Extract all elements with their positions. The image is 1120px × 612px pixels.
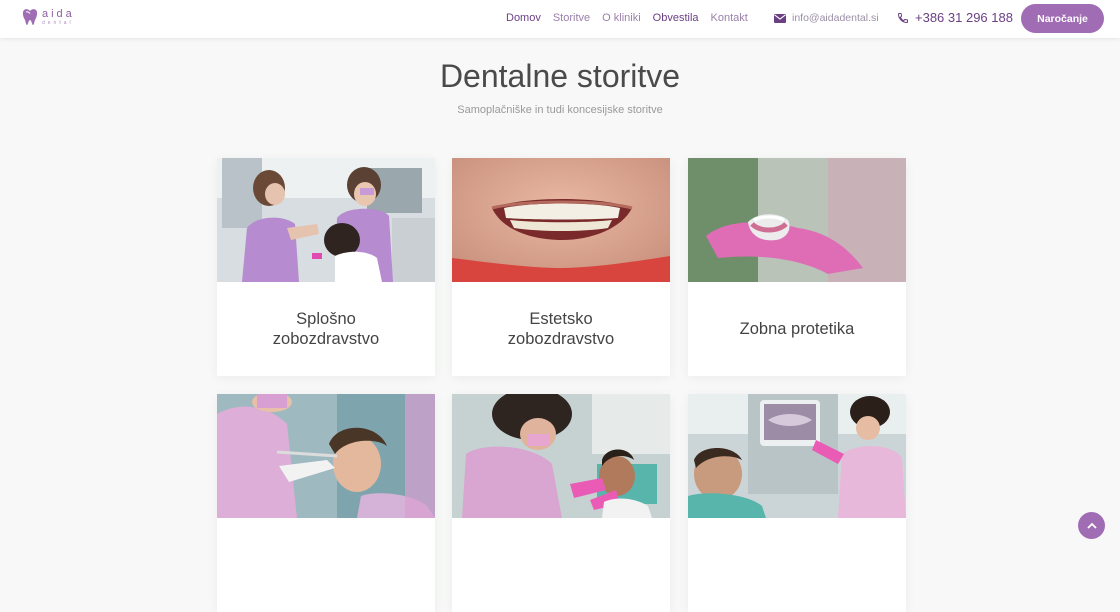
service-card-4[interactable] bbox=[217, 394, 435, 612]
scroll-to-top-button[interactable] bbox=[1078, 512, 1105, 539]
brand-name: aida bbox=[42, 7, 75, 20]
dentist-examining-patient-photo bbox=[452, 394, 670, 518]
service-card-6[interactable] bbox=[688, 394, 906, 612]
main-nav: Domov Storitve O kliniki Obvestila Konta… bbox=[506, 12, 748, 24]
service-card-splosno[interactable]: Splošno zobozdravstvo bbox=[217, 158, 435, 376]
service-card-5[interactable] bbox=[452, 394, 670, 612]
service-card-estetsko[interactable]: Estetsko zobozdravstvo bbox=[452, 158, 670, 376]
service-card-title: Estetsko zobozdravstvo bbox=[452, 282, 670, 376]
contact-email-text: info@aidadental.si bbox=[792, 12, 879, 24]
service-card-title-line2: zobozdravstvo bbox=[272, 330, 380, 348]
contact-phone[interactable]: +386 31 296 188 bbox=[897, 10, 1013, 25]
dentists-treating-patient-photo bbox=[217, 158, 435, 282]
service-card-protetika[interactable]: Zobna protetika bbox=[688, 158, 906, 376]
brand-tagline: dental bbox=[42, 19, 74, 26]
nav-item-domov[interactable]: Domov bbox=[506, 12, 541, 24]
service-card-title bbox=[688, 518, 906, 612]
logo[interactable]: aida dental bbox=[22, 8, 75, 26]
contact-email[interactable]: info@aidadental.si bbox=[774, 12, 879, 24]
service-card-title-line2: zobozdravstvo bbox=[507, 330, 615, 348]
nav-item-o-kliniki[interactable]: O kliniki bbox=[602, 12, 641, 24]
tooth-logo-icon bbox=[22, 9, 38, 25]
site-header: aida dental Domov Storitve O kliniki Obv… bbox=[0, 0, 1120, 38]
nav-item-storitve[interactable]: Storitve bbox=[553, 12, 590, 24]
service-card-title: Splošno zobozdravstvo bbox=[217, 282, 435, 376]
booking-button[interactable]: Naročanje bbox=[1021, 4, 1104, 33]
service-card-title-line1: Zobna protetika bbox=[739, 320, 855, 338]
phone-icon bbox=[897, 12, 908, 23]
service-card-title: Zobna protetika bbox=[688, 282, 906, 376]
denture-in-hand-photo bbox=[688, 158, 906, 282]
page-title: Dentalne storitve bbox=[439, 58, 681, 94]
service-card-title-line1: Estetsko bbox=[529, 310, 593, 328]
service-card-title bbox=[452, 518, 670, 612]
dental-cleaning-photo bbox=[217, 394, 435, 518]
contact-phone-text: +386 31 296 188 bbox=[915, 10, 1013, 25]
service-card-title bbox=[217, 518, 435, 612]
service-card-title-line1: Splošno bbox=[296, 310, 356, 328]
chevron-up-icon bbox=[1086, 522, 1097, 529]
dental-xray-screen-photo bbox=[688, 394, 906, 518]
page-subtitle: Samoplačniške in tudi koncesijske storit… bbox=[457, 104, 663, 116]
smile-closeup-photo bbox=[452, 158, 670, 282]
nav-item-obvestila[interactable]: Obvestila bbox=[653, 12, 699, 24]
envelope-icon bbox=[774, 13, 786, 23]
nav-item-kontakt[interactable]: Kontakt bbox=[711, 12, 748, 24]
